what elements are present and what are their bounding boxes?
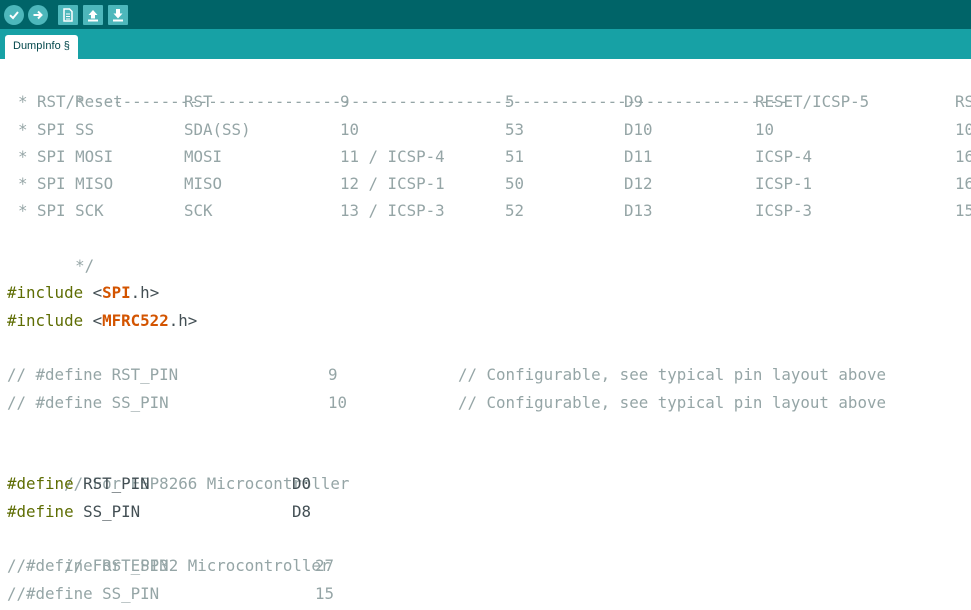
table-cell: ICSP-3 <box>755 201 813 221</box>
table-cell: SCK <box>184 201 213 221</box>
table-cell: 5 <box>505 92 515 112</box>
table-cell: SDA(SS) <box>184 119 251 139</box>
table-cell: 16 <box>955 174 971 194</box>
commented-define-line: // #define SS_PIN 10 // Configurable, se… <box>7 389 886 416</box>
table-cell: RS <box>955 92 971 112</box>
include-ext: .h> <box>168 310 198 330</box>
include-line: #include <MFRC522.h> <box>7 307 788 334</box>
include-directive: #include <box>7 283 84 303</box>
table-cell: * SPI MOSI <box>18 146 114 166</box>
define-directive: #define <box>7 501 74 521</box>
toolbar <box>0 0 971 29</box>
define-value: 15 <box>315 583 335 603</box>
define-comment: // Configurable, see typical pin layout … <box>458 365 886 385</box>
table-cell: D12 <box>624 174 653 194</box>
define-text: //#define SS_PIN <box>7 583 160 603</box>
code-line: // For ESP32 Microcontroller <box>7 525 788 575</box>
document-icon <box>63 8 73 22</box>
table-cell: ICSP-1 <box>755 174 813 194</box>
table-cell: 10 <box>755 119 775 139</box>
define-value: 27 <box>315 556 335 576</box>
define-text: //#define RST_PIN <box>7 556 169 576</box>
comment-table-row: * SPI MOSI MOSI 11 / ICSP-4 51 D11 ICSP-… <box>7 143 971 170</box>
code-area[interactable]: * --------------------------------------… <box>7 61 971 607</box>
table-cell: D13 <box>624 201 653 221</box>
define-value: D0 <box>292 474 312 494</box>
table-cell: * SPI SCK <box>18 201 104 221</box>
code-line: * --------------------------------------… <box>7 61 788 111</box>
table-cell: 10 <box>340 119 360 139</box>
define-value: 10 <box>328 392 348 412</box>
table-cell: * RST/Reset <box>18 92 123 112</box>
open-button[interactable] <box>83 5 103 25</box>
comment-table-row: * RST/Reset RST 9 5 D9 RESET/ICSP-5 RS <box>7 88 971 115</box>
table-cell: D11 <box>624 146 653 166</box>
table-cell: ICSP-4 <box>755 146 813 166</box>
table-cell: 11 / ICSP-4 <box>340 146 445 166</box>
define-text: // #define RST_PIN <box>7 365 179 385</box>
include-open: < <box>92 283 103 303</box>
tab-bar: DumpInfo § <box>0 29 971 59</box>
table-cell: 15 <box>955 201 971 221</box>
define-line: #define SS_PIN D8 <box>7 498 788 525</box>
code-editor[interactable]: * --------------------------------------… <box>0 59 971 610</box>
include-open: < <box>92 310 103 330</box>
table-cell: 16 <box>955 146 971 166</box>
table-cell: 9 <box>340 92 350 112</box>
code-line: */ <box>7 225 788 275</box>
table-cell: 12 / ICSP-1 <box>340 174 445 194</box>
table-cell: 50 <box>505 174 525 194</box>
comment-table-row: * SPI MISO MISO 12 / ICSP-1 50 D12 ICSP-… <box>7 170 971 197</box>
commented-define-line: //#define SS_PIN 15 <box>7 580 788 607</box>
checkmark-icon <box>9 11 19 20</box>
tab-dumpinfo[interactable]: DumpInfo § <box>5 35 78 59</box>
table-cell: RST <box>184 92 213 112</box>
save-button[interactable] <box>108 5 128 25</box>
table-cell: * SPI MISO <box>18 174 114 194</box>
table-cell: D9 <box>624 92 644 112</box>
table-cell: MISO <box>184 174 223 194</box>
library-name: MFRC522 <box>102 310 169 330</box>
table-cell: 53 <box>505 119 525 139</box>
table-cell: 13 / ICSP-3 <box>340 201 445 221</box>
comment-table-row: * SPI SCK SCK 13 / ICSP-3 52 D13 ICSP-3 … <box>7 197 971 224</box>
arrow-right-icon <box>33 10 43 20</box>
define-name: SS_PIN <box>83 501 141 521</box>
define-text: // #define SS_PIN <box>7 392 169 412</box>
table-cell: 51 <box>505 146 525 166</box>
commented-define-line: //#define RST_PIN 27 <box>7 552 788 579</box>
arrow-up-icon <box>88 10 98 22</box>
define-directive: #define <box>7 474 74 494</box>
table-cell: RESET/ICSP-5 <box>755 92 870 112</box>
define-comment: // Configurable, see typical pin layout … <box>458 392 886 412</box>
table-cell: 10 <box>955 119 971 139</box>
arrow-down-icon <box>113 9 123 22</box>
code-line: // For ESP8266 Microcontroller <box>7 443 788 493</box>
define-line: #define RST_PIN D0 <box>7 470 788 497</box>
include-line: #include <SPI.h> <box>7 279 788 306</box>
library-name: SPI <box>102 283 131 303</box>
commented-define-line: // #define RST_PIN 9 // Configurable, se… <box>7 361 886 388</box>
verify-button[interactable] <box>4 5 24 25</box>
include-directive: #include <box>7 310 84 330</box>
table-cell: D10 <box>624 119 653 139</box>
define-value: D8 <box>292 501 312 521</box>
define-value: 9 <box>328 365 338 385</box>
table-cell: 52 <box>505 201 525 221</box>
table-cell: MOSI <box>184 146 223 166</box>
new-button[interactable] <box>58 5 78 25</box>
table-cell: * SPI SS <box>18 119 95 139</box>
upload-button[interactable] <box>28 5 48 25</box>
comment-table-row: * SPI SS SDA(SS) 10 53 D10 10 10 <box>7 116 971 143</box>
include-ext: .h> <box>130 283 160 303</box>
define-name: RST_PIN <box>83 474 150 494</box>
